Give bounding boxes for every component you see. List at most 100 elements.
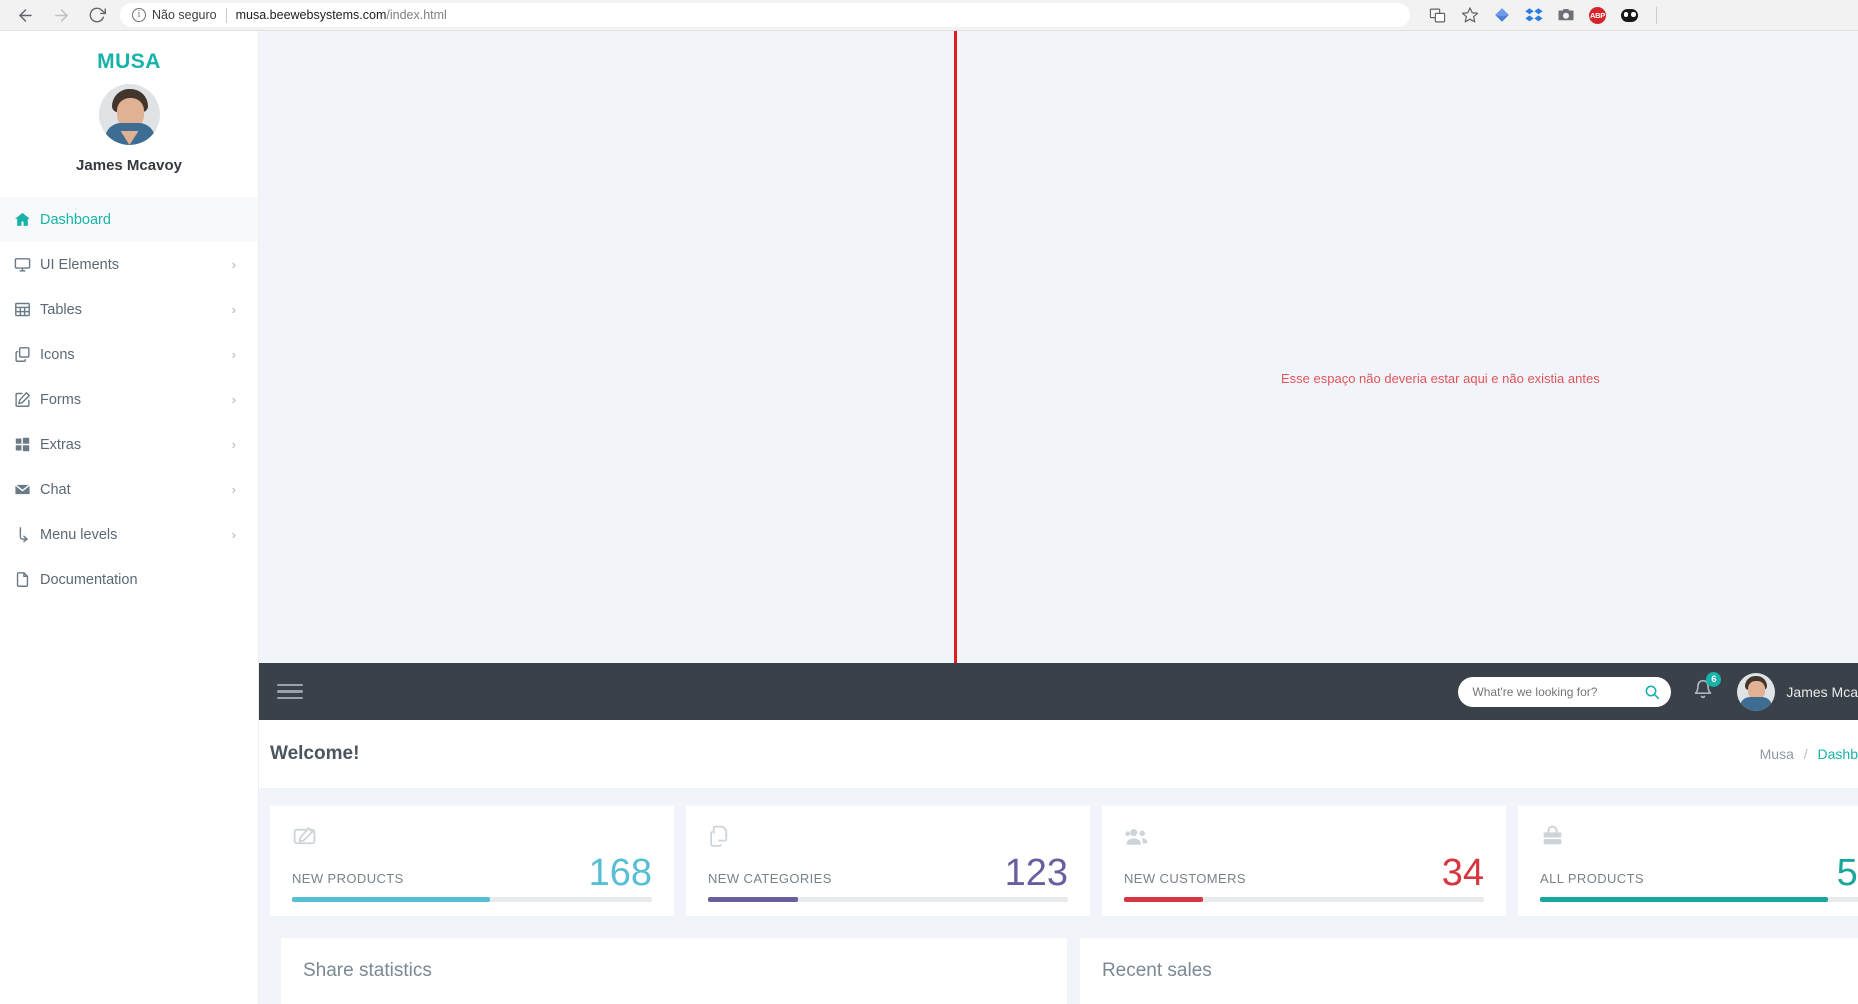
topnav-avatar[interactable] [1737, 672, 1776, 711]
envelope-icon [14, 481, 40, 498]
omnibox-divider [225, 7, 227, 23]
stat-card-new-categories[interactable]: NEW CATEGORIES 123 [686, 806, 1090, 916]
sidebar-item-label: Menu levels [40, 526, 118, 543]
sidebar-item-label: Chat [40, 481, 71, 498]
chevron-right-icon: › [231, 347, 236, 362]
stat-card-label: NEW CATEGORIES [708, 871, 832, 886]
adblock-plus-extension-icon[interactable]: ABP [1588, 6, 1607, 25]
bookmark-star-icon[interactable] [1460, 6, 1479, 25]
share-statistics-panel: Share statistics [281, 938, 1067, 1004]
sidebar-item-ui-elements[interactable]: UI Elements › [0, 242, 258, 287]
topnav-user-name[interactable]: James Mca [1786, 684, 1858, 700]
sidebar-brand: MUSA James Mcavoy [0, 31, 258, 174]
sidebar: MUSA James Mcavoy Dashboard UI Elements … [0, 31, 259, 1004]
page-viewport: MUSA James Mcavoy Dashboard UI Elements … [0, 31, 1858, 1004]
dark-extension-icon[interactable] [1620, 6, 1639, 25]
sidebar-item-icons[interactable]: Icons › [0, 332, 258, 377]
search-box[interactable] [1458, 676, 1672, 707]
windows-grid-icon [14, 436, 40, 453]
stat-card-new-products[interactable]: NEW PRODUCTS 168 [270, 806, 674, 916]
annotation-vertical-line [954, 31, 957, 663]
dropbox-extension-icon[interactable] [1524, 6, 1543, 25]
home-icon [14, 211, 40, 228]
stat-card-all-products[interactable]: ALL PRODUCTS 570 [1518, 806, 1858, 916]
stat-card-progress [292, 897, 652, 902]
breadcrumb-separator: / [1803, 746, 1808, 762]
hamburger-icon[interactable] [277, 680, 303, 704]
chevron-right-icon: › [231, 482, 236, 497]
camera-extension-icon[interactable] [1556, 6, 1575, 25]
sidebar-item-label: Forms [40, 391, 82, 408]
abp-badge: ABP [1589, 6, 1606, 24]
translate-icon[interactable] [1428, 6, 1447, 25]
blue-diamond-extension-icon[interactable] [1492, 6, 1511, 25]
stat-card-row: NEW CATEGORIES 123 [708, 854, 1068, 892]
sidebar-nav: Dashboard UI Elements › Tables › Icons ›… [0, 197, 258, 602]
annotation-text: Esse espaço não deveria estar aqui e não… [1281, 371, 1600, 386]
sidebar-avatar-wrap [0, 84, 258, 145]
dashboard-panels: Share statistics Recent sales [270, 916, 1858, 1004]
search-input[interactable] [1472, 684, 1645, 699]
sidebar-item-label: Extras [40, 436, 82, 453]
breadcrumb-current: Dashb [1817, 746, 1858, 762]
recent-sales-panel: Recent sales [1079, 938, 1858, 1004]
brand-logo[interactable]: MUSA [0, 50, 258, 74]
document-icon [14, 571, 40, 588]
copy-pages-icon [708, 824, 1068, 850]
sidebar-item-menu-levels[interactable]: Menu levels › [0, 512, 258, 557]
stat-card-progress [1540, 897, 1858, 902]
main-content: Welcome! Musa / Dashb NEW PRODUCTS 168 N… [259, 720, 1858, 1004]
stat-card-value: 168 [588, 852, 652, 894]
sidebar-item-extras[interactable]: Extras › [0, 422, 258, 467]
chevron-right-icon: › [231, 392, 236, 407]
sidebar-item-forms[interactable]: Forms › [0, 377, 258, 422]
sidebar-item-label: UI Elements [40, 256, 119, 273]
sidebar-item-label: Tables [40, 301, 82, 318]
unexpected-blank-region: Esse espaço não deveria estar aqui e não… [259, 31, 1858, 663]
browser-toolbar: i Não seguro musa.beewebsystems.com/inde… [0, 0, 1858, 31]
shopping-bag-icon [1540, 824, 1858, 850]
stat-card-new-customers[interactable]: NEW CUSTOMERS 34 [1102, 806, 1506, 916]
site-info-icon[interactable]: i [132, 8, 146, 22]
pencil-square-icon [292, 824, 652, 850]
page-header: Welcome! Musa / Dashb [259, 720, 1858, 788]
address-bar[interactable]: i Não seguro musa.beewebsystems.com/inde… [120, 3, 1410, 27]
avatar[interactable] [98, 84, 160, 145]
browser-extensions: ABP [1428, 6, 1657, 25]
monitor-icon [14, 256, 40, 273]
notifications-button[interactable]: 6 [1693, 672, 1722, 704]
url-host: musa.beewebsystems.com [235, 8, 387, 22]
forward-arrow-icon[interactable] [46, 2, 76, 28]
stat-cards-area: NEW PRODUCTS 168 NEW CATEGORIES 123 NEW … [259, 788, 1858, 1004]
reload-icon[interactable] [82, 2, 112, 28]
recent-sales-title: Recent sales [1101, 960, 1212, 981]
topnav-right-group: 6 James Mca [1458, 672, 1858, 711]
stat-card-row: ALL PRODUCTS 570 [1540, 854, 1858, 892]
stat-card-label: ALL PRODUCTS [1540, 871, 1645, 886]
chevron-right-icon: › [231, 527, 236, 542]
sidebar-item-label: Documentation [40, 571, 138, 588]
search-icon[interactable] [1644, 684, 1660, 700]
stat-card-value: 34 [1441, 852, 1484, 894]
chevron-right-icon: › [231, 257, 236, 272]
sidebar-user-name: James Mcavoy [76, 157, 182, 174]
notification-count-badge: 6 [1706, 672, 1722, 687]
top-navbar: 6 James Mca [259, 663, 1858, 720]
stat-card-progress [708, 897, 1068, 902]
page-title: Welcome! [270, 743, 360, 764]
breadcrumb: Musa / Dashb [1760, 746, 1858, 762]
url-path: /index.html [386, 8, 447, 22]
sidebar-item-tables[interactable]: Tables › [0, 287, 258, 332]
table-grid-icon [14, 301, 40, 318]
back-arrow-icon[interactable] [10, 2, 40, 28]
sidebar-item-dashboard[interactable]: Dashboard [0, 197, 258, 242]
sidebar-item-chat[interactable]: Chat › [0, 467, 258, 512]
sidebar-item-documentation[interactable]: Documentation [0, 557, 258, 602]
share-statistics-title: Share statistics [303, 960, 432, 981]
security-label: Não seguro [152, 8, 217, 22]
chevron-right-icon: › [231, 437, 236, 452]
menu-levels-icon [14, 526, 40, 543]
toolbar-divider [1656, 6, 1657, 24]
stat-card-progress [1124, 897, 1484, 902]
breadcrumb-root[interactable]: Musa [1760, 746, 1794, 762]
